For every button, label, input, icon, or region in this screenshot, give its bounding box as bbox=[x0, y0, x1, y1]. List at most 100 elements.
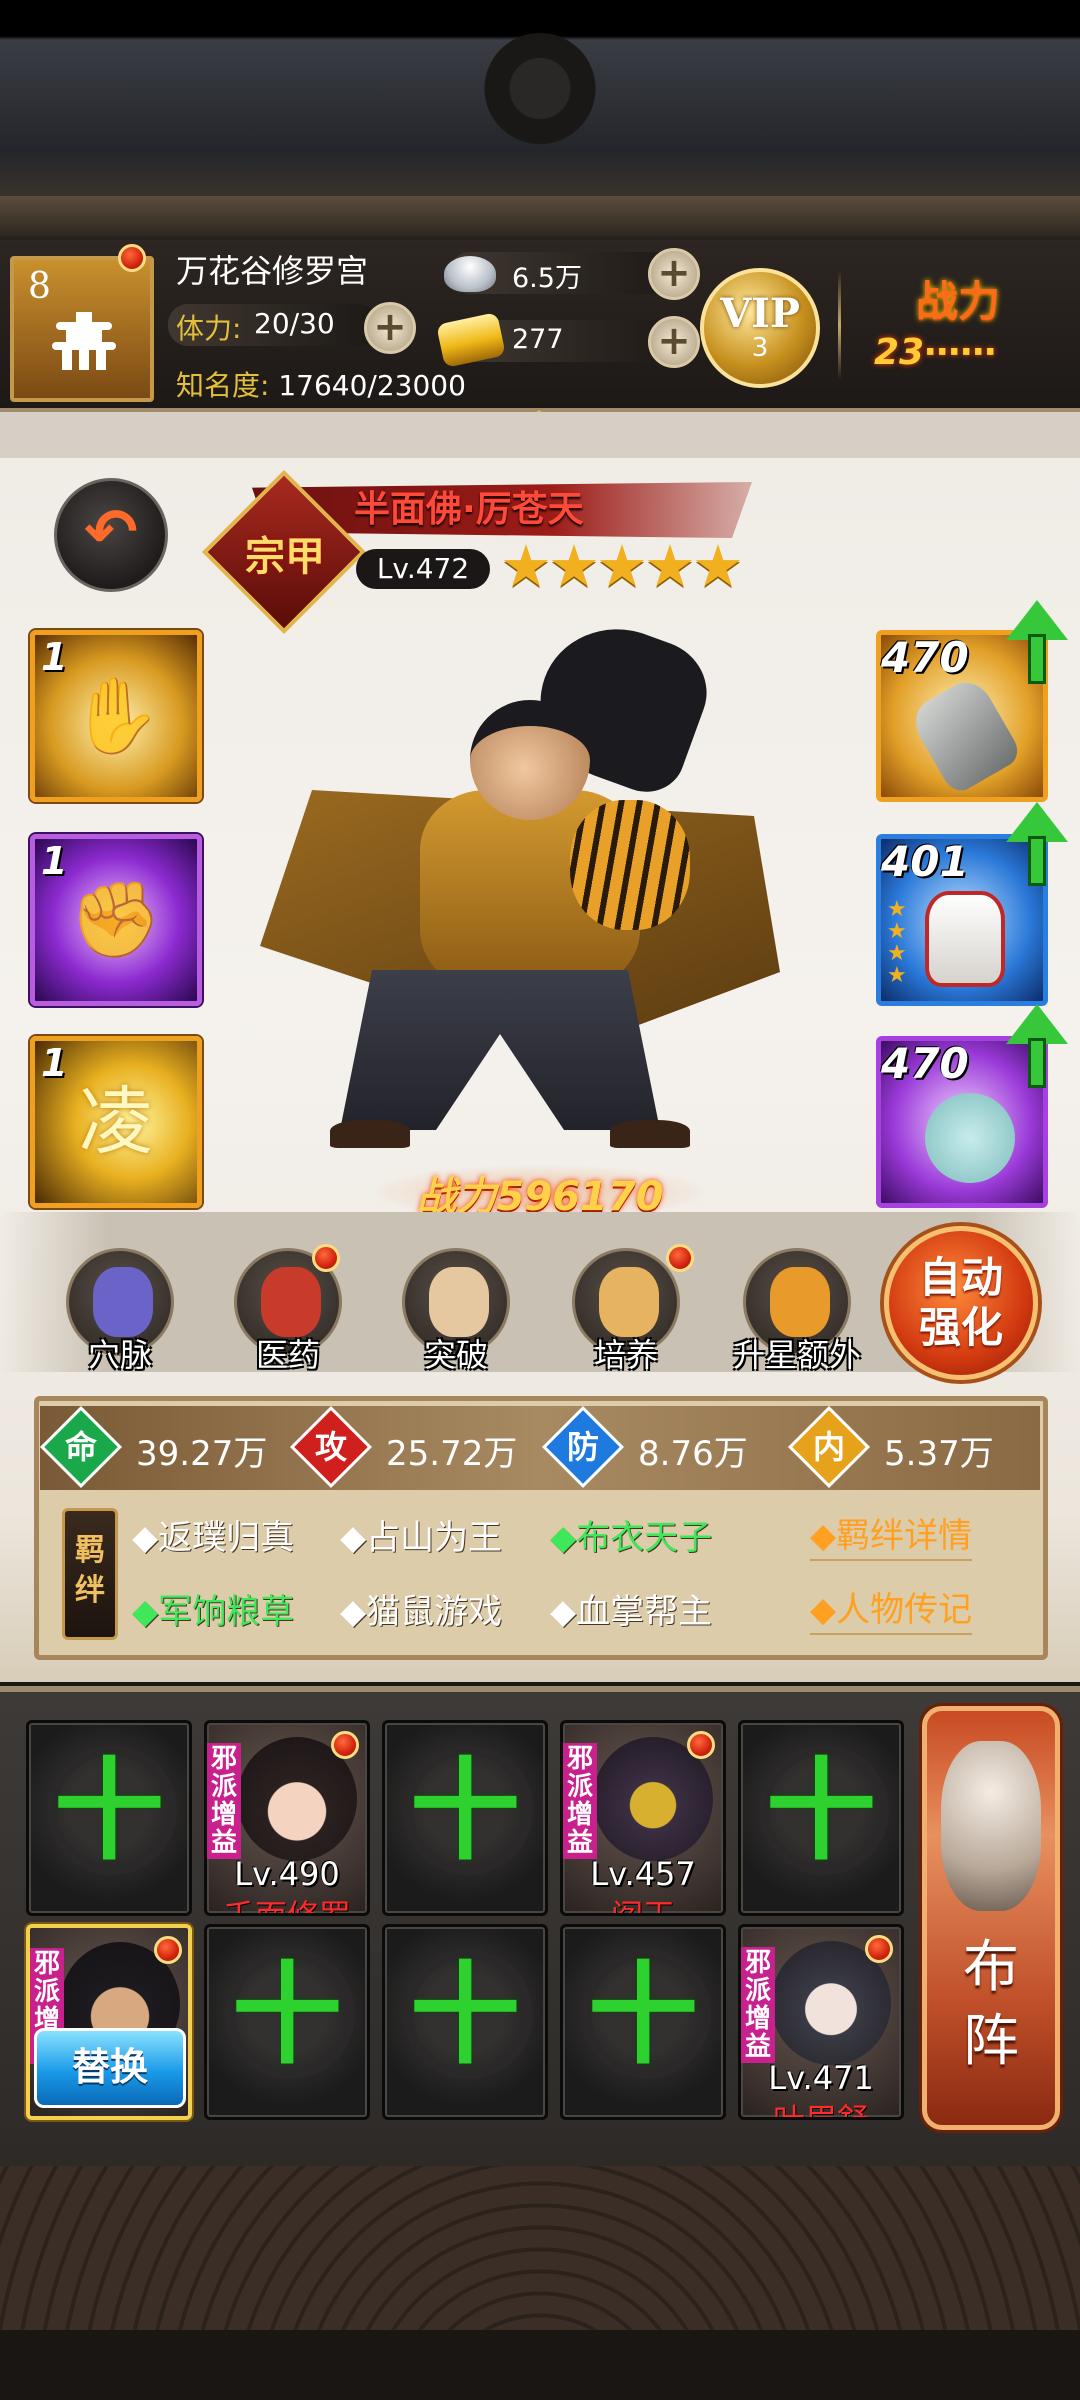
add-icon: 十 bbox=[232, 1951, 342, 2079]
add-silver-button[interactable]: + bbox=[648, 248, 700, 300]
meridian-icon bbox=[93, 1267, 153, 1337]
hero-rank-text: 宗甲 bbox=[245, 534, 325, 580]
medicine-icon bbox=[261, 1267, 321, 1337]
action-label: 培养 bbox=[593, 1336, 658, 1374]
roof-beam bbox=[0, 196, 1080, 236]
add-icon: 十 bbox=[588, 1951, 698, 2079]
formation-slot-current-hero[interactable]: 邪派增益 替换 bbox=[26, 1924, 192, 2120]
action-label: 升星额外 bbox=[732, 1336, 861, 1374]
bond-item-active: ◆布衣天子 bbox=[550, 1518, 713, 1558]
notification-dot bbox=[331, 1731, 359, 1759]
player-level: 8 bbox=[28, 266, 51, 307]
hero-level: Lv.472 bbox=[356, 549, 490, 589]
bonds-tag: 羁绊 bbox=[62, 1508, 118, 1640]
slot-hero-level: Lv.457 bbox=[590, 1855, 696, 1893]
gauntlet-icon bbox=[906, 673, 1024, 797]
action-label: 医药 bbox=[255, 1336, 320, 1374]
notification-dot bbox=[666, 1244, 694, 1272]
add-icon: 十 bbox=[54, 1747, 164, 1875]
divider bbox=[838, 270, 841, 380]
power-value: 23⋯⋯ bbox=[874, 332, 997, 373]
formation-slot-empty[interactable]: 十 bbox=[382, 1924, 548, 2120]
stamina-value: 20/30 bbox=[254, 307, 335, 340]
slot-hero-name: 千面修罗 bbox=[222, 1897, 351, 1916]
add-icon: 十 bbox=[766, 1747, 876, 1875]
skill-level: 1 bbox=[41, 635, 68, 679]
power-label: 战力 bbox=[916, 277, 1001, 326]
slot-hero-level: Lv.471 bbox=[768, 2059, 874, 2097]
bond-item: ◆占山为王 bbox=[340, 1518, 503, 1558]
evil-faction-tag: 邪派增益 bbox=[563, 1743, 597, 1859]
formation-slot-empty[interactable]: 十 bbox=[560, 1924, 726, 2120]
pagoda-icon bbox=[52, 312, 116, 372]
evil-faction-tag: 邪派增益 bbox=[741, 1947, 775, 2063]
player-avatar[interactable]: 8 bbox=[10, 256, 154, 402]
vip-badge[interactable]: VIP 3 bbox=[700, 268, 820, 388]
auto-enhance-line2: 强化 bbox=[918, 1303, 1003, 1352]
add-icon: 十 bbox=[410, 1747, 520, 1875]
panel-top-strip bbox=[0, 412, 1080, 458]
slot-hero-level: Lv.490 bbox=[234, 1855, 340, 1893]
auto-enhance-line1: 自动 bbox=[918, 1253, 1003, 1302]
notification-dot bbox=[312, 1244, 340, 1272]
add-stamina-button[interactable]: + bbox=[364, 302, 416, 354]
jade-pendant-icon bbox=[925, 1093, 1015, 1183]
add-gold-button[interactable]: + bbox=[648, 316, 700, 368]
vip-level: 3 bbox=[751, 333, 769, 363]
skill-slot-3[interactable]: 凌 1 bbox=[30, 1036, 202, 1208]
deploy-formation-button[interactable]: 布阵 bbox=[922, 1706, 1060, 2130]
notification-dot bbox=[154, 1936, 182, 1964]
equipment-level: 470 bbox=[881, 633, 969, 682]
formation-slot-empty[interactable]: 十 bbox=[382, 1720, 548, 1916]
hero-name: 半面佛·厉苍天 bbox=[354, 489, 584, 530]
formation-slot-empty[interactable]: 十 bbox=[26, 1720, 192, 1916]
skill-slot-1[interactable]: ✋ 1 bbox=[30, 630, 202, 802]
add-icon: 十 bbox=[410, 1951, 520, 2079]
fame-value: 17640/23000 bbox=[278, 369, 466, 402]
equipment-level: 470 bbox=[881, 1039, 969, 1088]
skill-level: 1 bbox=[41, 1041, 68, 1085]
formation-slot-hero[interactable]: 邪派增益 Lv.471 叶眉舒 bbox=[738, 1924, 904, 2120]
breakthrough-icon bbox=[429, 1267, 489, 1337]
back-button[interactable]: ↶ bbox=[54, 478, 168, 592]
action-breakthrough-button[interactable]: 突破 bbox=[396, 1248, 516, 1376]
action-label: 穴脉 bbox=[87, 1336, 152, 1374]
biography-link[interactable]: ◆人物传记 bbox=[810, 1582, 973, 1635]
stamina-label: 体力: bbox=[176, 312, 242, 345]
slot-hero-name: 叶眉舒 bbox=[772, 2101, 869, 2120]
action-meridian-button[interactable]: 穴脉 bbox=[60, 1248, 180, 1376]
formation-slot-hero[interactable]: 邪派增益 Lv.457 阎王 bbox=[560, 1720, 726, 1916]
action-star-up-button[interactable]: 升星额外 bbox=[722, 1248, 872, 1376]
fame-label: 知名度: bbox=[176, 369, 270, 402]
robe-icon bbox=[925, 891, 1005, 987]
formation-slot-empty[interactable]: 十 bbox=[738, 1720, 904, 1916]
gold-value: 277 bbox=[512, 324, 564, 355]
silver-ingot-icon bbox=[444, 256, 496, 292]
equipment-level: 401 bbox=[881, 837, 969, 886]
notification-dot bbox=[118, 244, 146, 272]
deploy-line2: 阵 bbox=[963, 2009, 1019, 2074]
bond-item: ◆猫鼠游戏 bbox=[340, 1592, 503, 1632]
action-label: 突破 bbox=[423, 1336, 488, 1374]
formation-slot-hero[interactable]: 邪派增益 Lv.490 千面修罗 bbox=[204, 1720, 370, 1916]
action-cultivate-button[interactable]: 培养 bbox=[566, 1244, 694, 1376]
action-medicine-button[interactable]: 医药 bbox=[228, 1244, 348, 1376]
replace-button[interactable]: 替换 bbox=[34, 2028, 186, 2108]
bond-details-link[interactable]: ◆羁绊详情 bbox=[810, 1508, 973, 1561]
skill-slot-2[interactable]: ✊ 1 bbox=[30, 834, 202, 1006]
bond-item: ◆血掌帮主 bbox=[550, 1592, 713, 1632]
auto-enhance-button[interactable]: 自动 强化 bbox=[884, 1226, 1038, 1380]
formation-slot-empty[interactable]: 十 bbox=[204, 1924, 370, 2120]
hero-portrait bbox=[240, 607, 800, 1170]
silver-value: 6.5万 bbox=[512, 263, 582, 294]
equipment-stars: ★ ★ ★ ★ bbox=[887, 897, 907, 988]
upgrade-arrow-icon bbox=[1002, 802, 1072, 892]
cultivate-icon bbox=[599, 1267, 659, 1337]
bond-item-active: ◆军饷粮草 bbox=[132, 1592, 295, 1632]
slot-hero-name: 阎王 bbox=[610, 1897, 675, 1916]
upgrade-arrow-icon bbox=[1002, 600, 1072, 690]
hero-stars: ★★★★★ bbox=[500, 532, 744, 600]
bottom-bar bbox=[0, 2330, 1080, 2400]
vip-label: VIP bbox=[720, 290, 800, 337]
sage-portrait bbox=[941, 1741, 1041, 1911]
